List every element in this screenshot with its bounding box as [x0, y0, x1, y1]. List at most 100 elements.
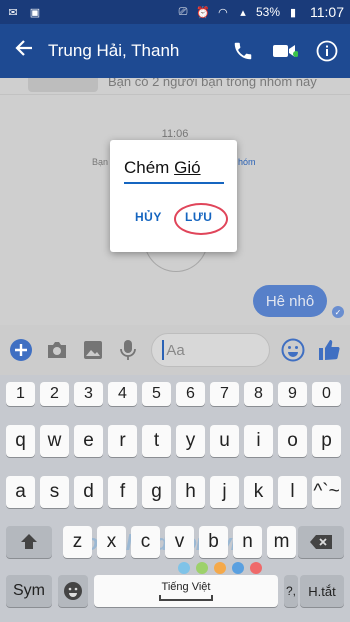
- key-6[interactable]: 6: [176, 382, 205, 406]
- email-icon: ✉: [8, 6, 18, 19]
- key-9[interactable]: 9: [278, 382, 307, 406]
- seen-check-icon: ✓: [332, 306, 344, 318]
- add-button[interactable]: [8, 336, 34, 364]
- key-m[interactable]: m: [267, 526, 296, 558]
- key-n[interactable]: n: [233, 526, 262, 558]
- message-input[interactable]: Aa: [151, 333, 271, 367]
- rename-dialog: Chém Gió HỦY LƯU: [110, 140, 237, 252]
- key-j[interactable]: j: [210, 476, 239, 508]
- punctuation-key[interactable]: ?,: [284, 575, 298, 607]
- emoji-key[interactable]: [58, 575, 88, 607]
- space-language-label: Tiếng Việt: [161, 581, 211, 593]
- key-r[interactable]: r: [108, 425, 137, 457]
- key-2[interactable]: 2: [40, 382, 69, 406]
- key-u[interactable]: u: [210, 425, 239, 457]
- key-d[interactable]: d: [74, 476, 103, 508]
- shift-key[interactable]: [6, 526, 52, 558]
- key-5[interactable]: 5: [142, 382, 171, 406]
- key-3[interactable]: 3: [74, 382, 103, 406]
- key-s[interactable]: s: [40, 476, 69, 508]
- symbols-key[interactable]: Sym: [6, 575, 52, 607]
- key-o[interactable]: o: [278, 425, 307, 457]
- voice-button[interactable]: [115, 336, 141, 364]
- key-x[interactable]: x: [97, 526, 126, 558]
- battery-icon: ▮: [289, 6, 297, 19]
- alarm-icon: ⏰: [196, 6, 210, 19]
- video-call-button[interactable]: [272, 38, 298, 64]
- wifi-icon: ◠: [218, 6, 228, 19]
- key-k[interactable]: k: [244, 476, 273, 508]
- conversation-title[interactable]: Trung Hải, Thanh: [48, 41, 230, 61]
- divider: [0, 94, 350, 95]
- highlight-circle: [174, 203, 228, 235]
- system-message-left: Bạn: [92, 157, 109, 167]
- keyboard-smiley-icon: [64, 582, 82, 600]
- key-y[interactable]: y: [176, 425, 205, 457]
- space-key[interactable]: Tiếng Việt: [94, 575, 278, 607]
- key-v[interactable]: v: [165, 526, 194, 558]
- key-a[interactable]: a: [6, 476, 35, 508]
- key-l[interactable]: l: [278, 476, 307, 508]
- thumbs-up-icon: [319, 340, 340, 360]
- backspace-icon: [310, 535, 332, 549]
- key-g[interactable]: g: [142, 476, 171, 508]
- system-message-right: hóm: [238, 157, 256, 167]
- phone-icon: [234, 42, 252, 60]
- gallery-button[interactable]: [80, 336, 106, 364]
- cast-icon: ⎚: [178, 5, 188, 18]
- chat-timestamp: 11:06: [161, 128, 189, 140]
- info-icon: [316, 40, 338, 62]
- key-t[interactable]: t: [142, 425, 171, 457]
- key-7[interactable]: 7: [210, 382, 239, 406]
- call-button[interactable]: [230, 38, 256, 64]
- info-button[interactable]: [314, 38, 340, 64]
- clock: 11:07: [310, 4, 344, 20]
- group-name-part1: Chém: [124, 158, 170, 177]
- battery-text: 53%: [255, 5, 280, 19]
- arrow-left-icon: [15, 40, 32, 56]
- plus-circle-icon: [9, 339, 32, 361]
- cancel-button[interactable]: HỦY: [135, 210, 162, 224]
- key-accent[interactable]: ^`~: [312, 476, 341, 508]
- status-bar: ✉ ▣ ⎚ ⏰ ◠ ▴ 53% ▮ 11:07: [0, 0, 350, 24]
- key-f[interactable]: f: [108, 476, 137, 508]
- message-placeholder: Aa: [166, 341, 185, 359]
- key-c[interactable]: c: [131, 526, 160, 558]
- group-name-field[interactable]: Chém Gió: [124, 158, 224, 184]
- shift-arrow-icon: [21, 534, 37, 549]
- message-bubble[interactable]: Hê nhô: [253, 285, 327, 317]
- key-p[interactable]: p: [312, 425, 341, 457]
- key-b[interactable]: b: [199, 526, 228, 558]
- key-z[interactable]: z: [63, 526, 92, 558]
- gallery-icon: ▣: [29, 6, 41, 19]
- key-4[interactable]: 4: [108, 382, 137, 406]
- key-q[interactable]: q: [6, 425, 35, 457]
- key-i[interactable]: i: [244, 425, 273, 457]
- text-cursor: [162, 340, 165, 360]
- emoji-button[interactable]: [280, 336, 306, 364]
- camera-button[interactable]: [44, 336, 70, 364]
- group-name-part2: Gió: [174, 158, 201, 177]
- key-e[interactable]: e: [74, 425, 103, 457]
- back-button[interactable]: [0, 38, 48, 64]
- key-8[interactable]: 8: [244, 382, 273, 406]
- watermark-dots: [178, 562, 262, 574]
- signal-icon: ▴: [240, 6, 246, 19]
- done-key[interactable]: H.tắt: [300, 575, 344, 607]
- image-icon: [83, 341, 102, 359]
- key-w[interactable]: w: [40, 425, 69, 457]
- app-bar: Trung Hải, Thanh: [0, 24, 350, 78]
- key-1[interactable]: 1: [6, 382, 35, 406]
- group-notice: Bạn có 2 người bạn trong nhóm này: [108, 78, 317, 89]
- key-h[interactable]: h: [176, 476, 205, 508]
- camera-icon: [47, 342, 66, 358]
- smiley-icon: [281, 338, 305, 362]
- video-camera-icon: [273, 45, 298, 57]
- group-thumbnail: [28, 78, 98, 92]
- keyboard: Download.com.vn Sym Tiếng Việt ?, H.tắt …: [0, 375, 350, 622]
- key-0[interactable]: 0: [312, 382, 341, 406]
- composer-bar: Aa: [0, 325, 350, 375]
- like-button[interactable]: [316, 336, 342, 364]
- backspace-key[interactable]: [298, 526, 344, 558]
- microphone-icon: [120, 340, 137, 360]
